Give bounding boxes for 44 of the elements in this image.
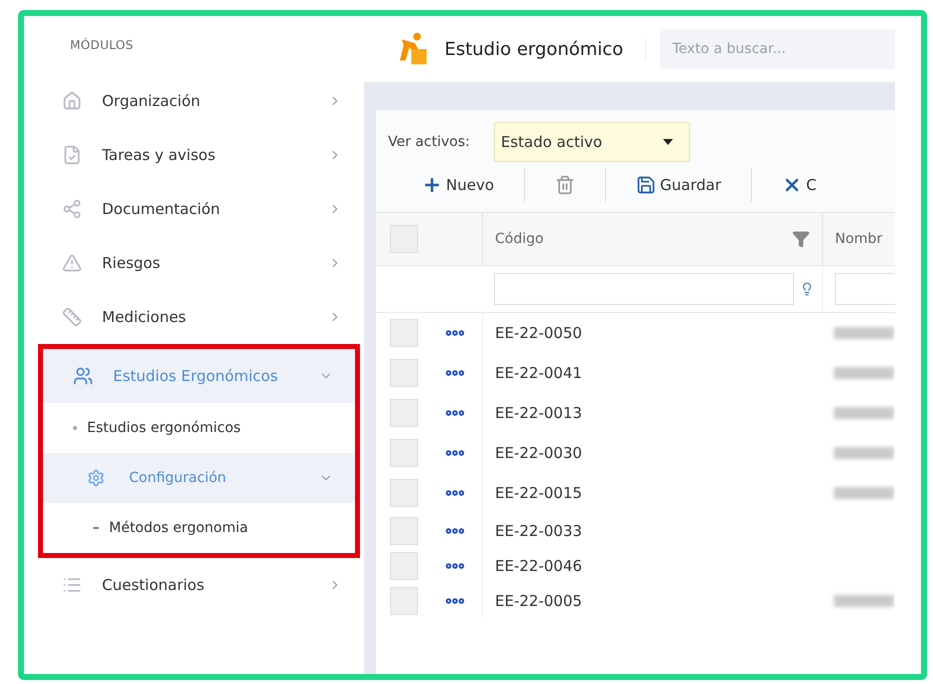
filter-icon [792, 230, 810, 248]
bullet-icon [73, 426, 77, 430]
filter-option-icon [800, 282, 814, 296]
sidebar-item[interactable]: Riesgos [32, 236, 364, 290]
filter-input[interactable] [835, 273, 895, 305]
sidebar-item[interactable]: Cuestionarios [32, 558, 364, 612]
module-icon [62, 199, 82, 219]
row-checkbox[interactable] [390, 319, 418, 347]
sidebar-item[interactable]: Métodos ergonomia [43, 503, 355, 553]
module-icon [62, 145, 82, 165]
status-dropdown[interactable]: Estado activo [494, 122, 690, 162]
row-checkbox[interactable] [390, 479, 418, 507]
module-icon [62, 307, 82, 327]
sidebar-item[interactable]: Mediciones [32, 290, 364, 344]
sidebar-heading: MÓDULOS [69, 38, 134, 54]
dash-icon [93, 527, 99, 529]
trash-icon [555, 175, 576, 195]
column-header[interactable]: Código [482, 213, 822, 265]
row-checkbox[interactable] [390, 516, 418, 544]
filter-input[interactable] [494, 273, 794, 305]
dropdown-caret-icon [662, 139, 673, 145]
module-icon [62, 91, 82, 111]
row-checkbox[interactable] [390, 552, 418, 580]
sidebar-item[interactable]: Organización [32, 74, 364, 128]
filter-label: Ver activos: [388, 134, 470, 150]
sidebar-item[interactable]: Estudios ergonómicos [43, 403, 355, 453]
page-title: Estudio ergonómico [444, 38, 646, 60]
table-cell: EE-22-0005 [482, 583, 822, 618]
sidebar-item[interactable]: Documentación [32, 182, 364, 236]
row-checkbox[interactable] [390, 399, 418, 427]
row-checkbox[interactable] [390, 586, 418, 614]
gear-icon [87, 469, 105, 487]
search-field[interactable]: Texto a buscar... [660, 29, 895, 69]
plus-icon [422, 175, 442, 195]
sidebar-item[interactable]: Tareas y avisos [32, 128, 364, 182]
save-icon [636, 175, 656, 195]
select-all-checkbox[interactable] [390, 225, 418, 253]
row-checkbox[interactable] [390, 439, 418, 467]
module-icon [62, 253, 82, 273]
save-button[interactable]: Guardar [606, 168, 752, 202]
cancel-button[interactable]: C [752, 168, 847, 202]
add-button[interactable]: Nuevo [422, 168, 526, 202]
module-icon [73, 366, 93, 386]
row-checkbox[interactable] [390, 359, 418, 387]
